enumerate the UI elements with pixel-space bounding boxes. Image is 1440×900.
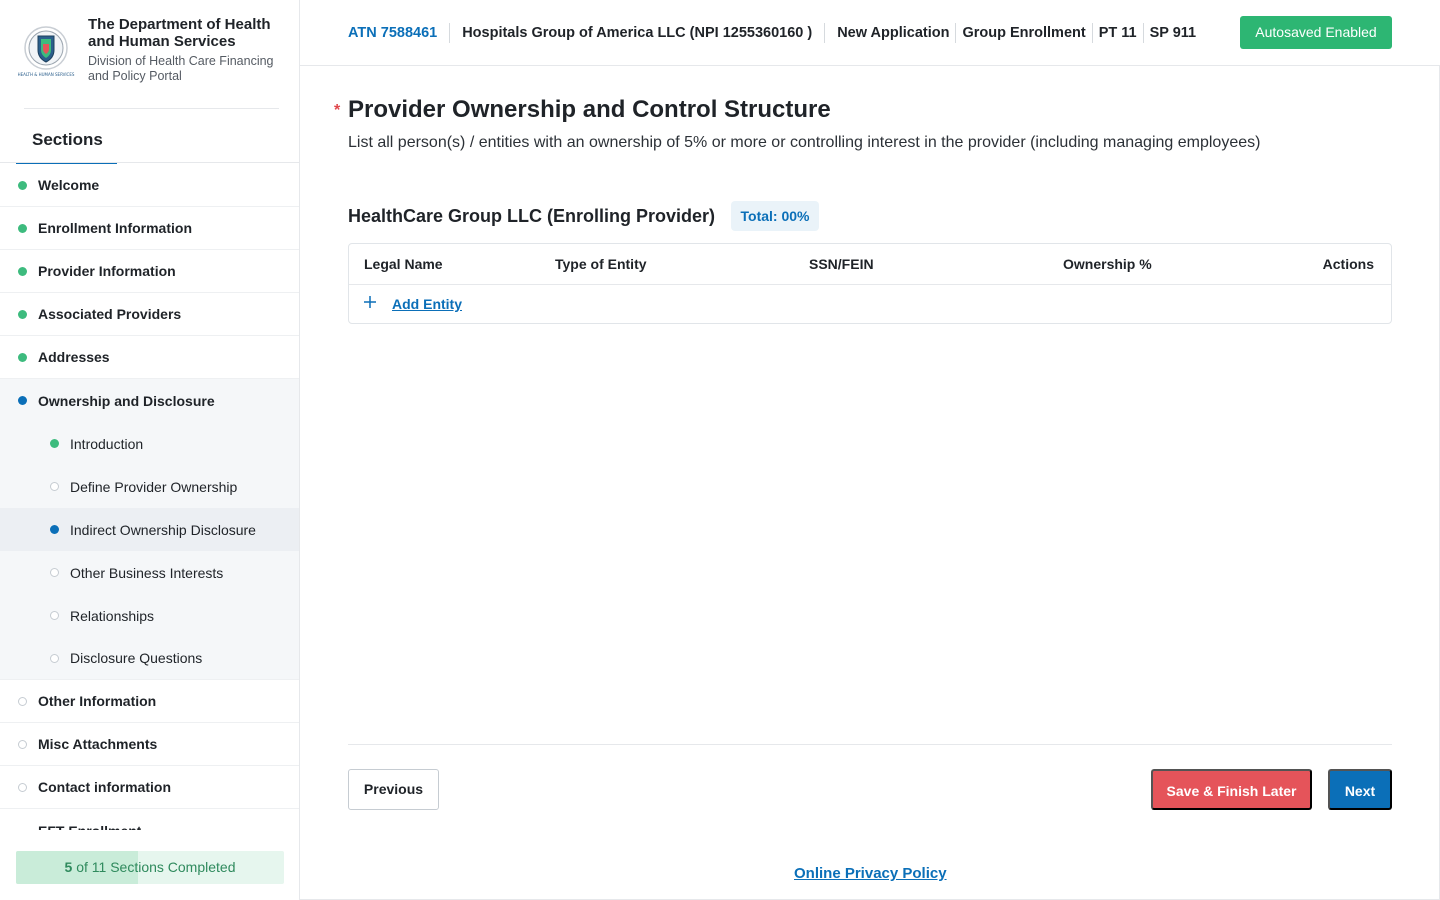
agency-subtitle: Division of Health Care Financing and Po… (88, 54, 274, 83)
provider-name: HealthCare Group LLC (Enrolling Provider… (348, 206, 716, 226)
sidebar-subitem-label: Disclosure Questions (70, 650, 203, 666)
sidebar-item-label: Addresses (38, 349, 110, 365)
tabs-divider (0, 162, 300, 163)
status-current-icon (50, 525, 59, 534)
status-todo-icon (18, 696, 27, 706)
save-finish-later-button[interactable]: Save & Finish Later (1151, 769, 1312, 810)
sidebar-item-misc-attachments[interactable]: Misc Attachments (0, 723, 299, 766)
sidebar-item-label: Provider Information (38, 263, 176, 279)
sidebar-subitem-introduction[interactable]: Introduction (0, 422, 299, 465)
sidebar-subitem-indirect-ownership-disclosure[interactable]: Indirect Ownership Disclosure (0, 508, 299, 551)
table-header: Legal Name Type of Entity SSN/FEIN Owner… (349, 244, 1391, 285)
status-done-icon (18, 309, 27, 319)
sections-progress: 5 of 11 Sections Completed (16, 851, 284, 884)
previous-button[interactable]: Previous (348, 769, 439, 810)
add-entity-row: Add Entity (349, 285, 1391, 323)
status-done-icon (50, 439, 59, 448)
sidebar-subitem-label: Indirect Ownership Disclosure (70, 521, 256, 538)
sidebar-subitem-relationships[interactable]: Relationships (0, 594, 299, 637)
plus-icon[interactable] (363, 295, 377, 309)
application-header: ATN 7588461 Hospitals Group of America L… (300, 0, 1440, 66)
sidebar-item-label: EFT Enrollment (38, 824, 141, 830)
sidebar-item-eft-enrollment[interactable]: EFT Enrollment (0, 816, 299, 836)
sidebar-item-label: Associated Providers (38, 306, 182, 322)
sidebar-subitem-define-provider-ownership[interactable]: Define Provider Ownership (0, 465, 299, 508)
status-done-icon (18, 352, 27, 362)
seal-icon: HEALTH & HUMAN SERVICES (18, 26, 75, 77)
provider-type: PT 11 (1098, 25, 1137, 41)
privacy-policy-link[interactable]: Online Privacy Policy (794, 865, 947, 882)
progress-text: 5 of 11 Sections Completed (16, 851, 284, 884)
status-done-icon (18, 223, 27, 233)
sidebar-item-welcome[interactable]: Welcome (0, 164, 299, 207)
footer-divider (348, 744, 1392, 745)
sidebar-subitem-label: Define Provider Ownership (70, 478, 238, 495)
sidebar-subitem-label: Other Business Interests (70, 564, 224, 581)
column-ownership-percent: Ownership % (1063, 256, 1152, 272)
application-info: ATN 7588461 Hospitals Group of America L… (348, 22, 1196, 44)
specialty: SP 911 (1149, 25, 1197, 41)
column-type-of-entity: Type of Entity (555, 256, 647, 272)
status-todo-icon (50, 653, 59, 663)
organization-name: Hospitals Group of America LLC (NPI 1255… (462, 25, 813, 41)
ownership-table: Legal Name Type of Entity SSN/FEIN Owner… (348, 243, 1392, 324)
status-current-icon (18, 396, 27, 405)
sidebar-item-ownership-and-disclosure[interactable]: Ownership and Disclosure (0, 379, 299, 422)
status-done-icon (18, 180, 27, 190)
column-ssn-fein: SSN/FEIN (809, 256, 874, 272)
divider (955, 23, 957, 43)
sidebar-item-other-information[interactable]: Other Information (0, 680, 299, 723)
progress-label: of 11 Sections Completed (76, 859, 236, 875)
sidebar-item-label: Welcome (38, 177, 100, 193)
sidebar-subitem-disclosure-questions[interactable]: Disclosure Questions (0, 637, 299, 680)
progress-count: 5 (64, 859, 73, 875)
sidebar-item-enrollment-information[interactable]: Enrollment Information (0, 207, 299, 250)
sidebar-item-addresses[interactable]: Addresses (0, 336, 299, 379)
divider (449, 23, 451, 43)
sidebar-item-label: Misc Attachments (38, 736, 158, 752)
divider (1142, 23, 1144, 43)
ownership-total-badge: Total: 00% (731, 201, 819, 231)
add-entity-link[interactable]: Add Entity (392, 296, 462, 312)
status-todo-icon (50, 611, 59, 620)
page-title: Provider Ownership and Control Structure (348, 96, 831, 123)
sidebar-subitem-label: Relationships (70, 607, 155, 624)
agency-title: The Department of Health and Human Servi… (88, 16, 271, 50)
column-legal-name: Legal Name (364, 256, 443, 272)
atn-number: ATN 7588461 (348, 25, 438, 41)
sections-nav: Welcome Enrollment Information Provider … (0, 164, 299, 809)
divider (1091, 23, 1093, 43)
status-done-icon (18, 266, 27, 276)
sidebar-item-label: Ownership and Disclosure (38, 392, 215, 409)
sidebar-item-provider-information[interactable]: Provider Information (0, 250, 299, 293)
sidebar: HEALTH & HUMAN SERVICES The Department o… (0, 0, 300, 900)
column-actions: Actions (1322, 256, 1374, 272)
enrollment-type: Group Enrollment (962, 25, 1086, 41)
next-button[interactable]: Next (1328, 769, 1392, 810)
agency-logo: HEALTH & HUMAN SERVICES (16, 20, 76, 80)
required-marker: * (334, 102, 341, 119)
tab-sections[interactable]: Sections (16, 118, 117, 164)
status-todo-icon (50, 482, 59, 491)
status-todo-icon (50, 568, 59, 577)
sidebar-subitem-label: Introduction (70, 435, 144, 452)
page-description: List all person(s) / entities with an ow… (348, 134, 1261, 151)
divider (824, 23, 826, 43)
sidebar-item-contact-information[interactable]: Contact information (0, 766, 299, 809)
sidebar-item-associated-providers[interactable]: Associated Providers (0, 293, 299, 336)
brand: HEALTH & HUMAN SERVICES The Department o… (16, 14, 284, 94)
sidebar-item-label: Enrollment Information (38, 220, 192, 236)
autosave-badge: Autosaved Enabled (1240, 16, 1392, 49)
status-todo-icon (18, 739, 27, 749)
status-todo-icon (18, 782, 27, 792)
brand-divider (24, 108, 279, 109)
sidebar-subitem-other-business-interests[interactable]: Other Business Interests (0, 551, 299, 594)
application-type: New Application (837, 25, 950, 41)
svg-text:HEALTH & HUMAN SERVICES: HEALTH & HUMAN SERVICES (18, 72, 75, 77)
sidebar-item-label: Contact information (38, 779, 171, 795)
sidebar-item-label: Other Information (38, 693, 157, 709)
